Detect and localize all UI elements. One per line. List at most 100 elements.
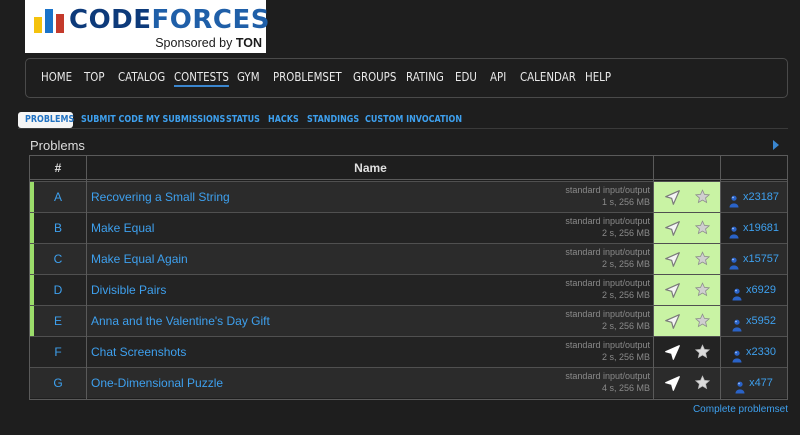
nav-calendar[interactable]: CALENDAR [520,69,576,85]
toggle-sidebar-arrow-icon[interactable] [773,140,779,150]
nav-gym[interactable]: GYM [237,69,260,85]
submit-icon[interactable] [664,375,681,392]
solved-count-link[interactable]: x5952 [721,306,787,336]
tab-status[interactable]: STATUS [226,112,260,128]
problem-io: standard input/output [565,185,650,195]
solved-count-link[interactable]: x19681 [721,213,787,243]
problem-time-memory: 2 s, 256 MB [601,320,650,331]
problem-name-link[interactable]: Anna and the Valentine's Day Gift [91,306,270,336]
user-icon [735,376,745,394]
tab-custom-invocation[interactable]: CUSTOM INVOCATION [365,112,462,128]
column-header-name: Name [354,161,387,175]
problem-index[interactable]: E [30,306,86,336]
table-row: F Chat Screenshots standard input/output 2 … [30,336,787,367]
logo-wordmark: Codeforces [69,5,270,35]
logo-bars-icon [34,9,64,33]
solved-count: x6929 [746,284,776,296]
column-divider [653,156,654,399]
problem-index[interactable]: D [30,275,86,305]
problem-name-link[interactable]: One-Dimensional Puzzle [91,368,223,398]
solved-count: x5952 [746,315,776,327]
solved-count: x15757 [742,253,780,265]
problem-index[interactable]: C [30,244,86,274]
nav-help[interactable]: HELP [585,69,611,85]
nav-api[interactable]: API [490,69,506,85]
nav-edu[interactable]: EDU [455,69,477,85]
problem-io: standard input/output [565,309,650,319]
problem-index[interactable]: B [30,213,86,243]
problem-time-memory: 2 s, 256 MB [601,227,650,238]
problem-limits: standard input/output 2 s, 256 MB [565,278,650,301]
tab-standings[interactable]: STANDINGS [307,112,359,128]
contest-subnav: PROBLEMS SUBMIT CODE MY SUBMISSIONS STAT… [18,112,788,128]
problem-time-memory: 2 s, 256 MB [601,289,650,300]
user-icon [732,283,742,301]
problem-actions [654,368,720,398]
submit-icon[interactable] [664,313,681,330]
main-menu: HOME TOP CATALOG CONTESTS GYM PROBLEMSET… [25,58,788,98]
submit-icon[interactable] [664,344,681,361]
problem-index[interactable]: A [30,182,86,212]
problem-name-link[interactable]: Make Equal Again [91,244,188,274]
problem-name-link[interactable]: Make Equal [91,213,154,243]
table-row: C Make Equal Again standard input/output 2 … [30,243,787,274]
favourite-star-icon[interactable] [694,189,711,204]
problem-io: standard input/output [565,340,650,350]
problem-name-link[interactable]: Recovering a Small String [91,182,230,212]
complete-problemset-link[interactable]: Complete problemset [693,404,788,415]
table-row: E Anna and the Valentine's Day Gift standa… [30,305,787,336]
solved-count-link[interactable]: x2330 [721,337,787,367]
nav-contests[interactable]: CONTESTS [174,69,229,87]
column-header-index: # [54,161,62,175]
favourite-star-icon[interactable] [694,375,711,390]
problem-actions [654,275,720,305]
favourite-star-icon[interactable] [694,313,711,328]
codeforces-logo[interactable]: Codeforces Sponsored by TON [25,0,269,53]
problem-limits: standard input/output 4 s, 256 MB [565,371,650,394]
problem-limits: standard input/output 2 s, 256 MB [565,247,650,270]
nav-problemset[interactable]: PROBLEMSET [273,69,342,85]
favourite-star-icon[interactable] [694,220,711,235]
user-icon [732,345,742,363]
problem-limits: standard input/output 1 s, 256 MB [565,185,650,208]
user-icon [729,252,739,270]
user-icon [732,314,742,332]
solved-count: x19681 [742,222,780,234]
user-icon [729,190,739,208]
problem-time-memory: 4 s, 256 MB [601,382,650,393]
favourite-star-icon[interactable] [694,282,711,297]
nav-groups[interactable]: GROUPS [353,69,396,85]
submit-icon[interactable] [664,220,681,237]
favourite-star-icon[interactable] [694,251,711,266]
submit-icon[interactable] [664,251,681,268]
tab-submit-code[interactable]: SUBMIT CODE [81,112,143,128]
solved-count-link[interactable]: x15757 [721,244,787,274]
submit-icon[interactable] [664,282,681,299]
nav-catalog[interactable]: CATALOG [118,69,165,85]
nav-home[interactable]: HOME [41,69,72,85]
problem-name-link[interactable]: Chat Screenshots [91,337,186,367]
nav-rating[interactable]: RATING [406,69,444,85]
solved-count: x477 [749,377,773,389]
problem-index[interactable]: G [30,368,86,398]
tab-problems-label[interactable]: PROBLEMS [25,112,74,128]
problem-time-memory: 2 s, 256 MB [601,258,650,269]
solved-count-link[interactable]: x6929 [721,275,787,305]
submit-icon[interactable] [664,189,681,206]
problem-index[interactable]: F [30,337,86,367]
problems-title: Problems [30,138,85,153]
problem-limits: standard input/output 2 s, 256 MB [565,216,650,239]
problem-io: standard input/output [565,216,650,226]
favourite-star-icon[interactable] [694,344,711,359]
nav-top[interactable]: TOP [84,69,105,85]
tab-problems[interactable]: PROBLEMS [18,112,74,128]
problem-name-link[interactable]: Divisible Pairs [91,275,166,305]
problem-io: standard input/output [565,278,650,288]
tab-my-submissions[interactable]: MY SUBMISSIONS [146,112,225,128]
tab-hacks[interactable]: HACKS [268,112,299,128]
problem-io: standard input/output [565,247,650,257]
solved-count-link[interactable]: x23187 [721,182,787,212]
table-row: G One-Dimensional Puzzle standard input/ou… [30,367,787,398]
logo-sponsor: Sponsored by TON [155,36,262,50]
solved-count-link[interactable]: x477 [721,368,787,398]
